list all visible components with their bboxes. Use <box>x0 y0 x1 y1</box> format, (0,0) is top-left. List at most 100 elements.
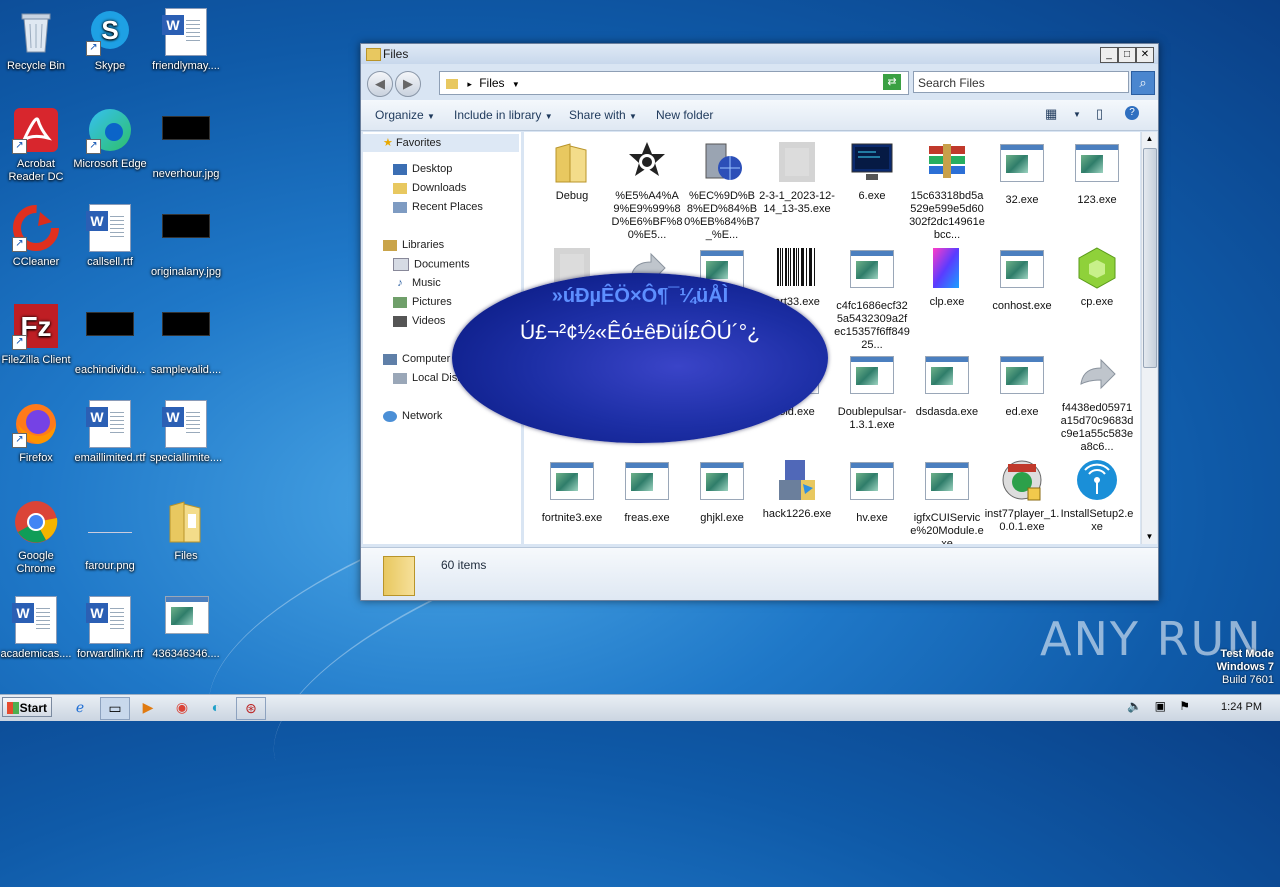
file-item[interactable]: cp.exe <box>1059 246 1135 309</box>
clock[interactable]: 1:24 PM <box>1221 701 1262 713</box>
network-tray-icon[interactable]: ▣ <box>1155 699 1166 713</box>
desktop-icon-samplevalid[interactable]: samplevalid.... <box>148 298 224 388</box>
file-item[interactable]: inst77player_1.0.0.1.exe <box>984 458 1060 534</box>
nav-item-desktop[interactable]: Desktop <box>393 163 452 175</box>
chevron-down-icon[interactable]: ▼ <box>1073 110 1081 119</box>
include-in-library-button[interactable]: Include in library ▼ <box>454 108 553 122</box>
file-item[interactable]: freas.exe <box>609 458 685 525</box>
scroll-up-arrow[interactable]: ▲ <box>1142 132 1157 146</box>
help-icon[interactable]: ? <box>1125 106 1139 120</box>
desktop-icon-firefox[interactable]: ↗ Firefox <box>0 396 74 486</box>
maximize-button[interactable]: □ <box>1118 47 1136 63</box>
file-item[interactable]: dsdasda.exe <box>909 352 985 419</box>
chevron-down-icon[interactable]: ▼ <box>512 80 520 89</box>
nav-item-recent-places[interactable]: Recent Places <box>393 201 483 213</box>
file-item[interactable]: 32.exe <box>984 140 1060 207</box>
file-item[interactable]: igfxCUIService%20Module.exe <box>909 458 985 544</box>
start-button[interactable]: Start <box>2 697 52 717</box>
breadcrumb-chevron-icon[interactable]: ▸ <box>467 79 472 89</box>
nav-item-pictures[interactable]: Pictures <box>393 296 452 308</box>
preview-pane-icon[interactable]: ▯ <box>1096 106 1103 122</box>
file-item[interactable]: Doublepulsar-1.3.1.exe <box>834 352 910 432</box>
desktop-icon-forwardlink[interactable]: W forwardlink.rtf <box>72 592 148 682</box>
file-item[interactable]: fortnite3.exe <box>534 458 610 525</box>
desktop-icon-label: FileZilla Client <box>1 354 71 366</box>
desktop-icon-speciallimite[interactable]: W speciallimite.... <box>148 396 224 486</box>
file-item[interactable]: hack1226.exe <box>759 458 835 521</box>
desktop-icon-farour[interactable]: farour.png <box>72 494 148 584</box>
file-item[interactable]: conhost.exe <box>984 246 1060 313</box>
breadcrumb-files[interactable]: Files <box>479 76 504 90</box>
file-item[interactable]: InstallSetup2.exe <box>1059 458 1135 534</box>
disk-icon <box>393 372 407 384</box>
organize-button[interactable]: Organize ▼ <box>375 108 435 122</box>
file-item[interactable]: hv.exe <box>834 458 910 525</box>
nav-item-libraries[interactable]: Libraries <box>383 239 444 251</box>
pictures-icon <box>393 296 407 308</box>
explorer-taskbar-icon[interactable]: ▭ <box>100 697 130 720</box>
desktop-icon-acrobat[interactable]: ↗ Acrobat Reader DC <box>0 102 74 192</box>
file-name: Debug <box>555 190 589 202</box>
file-item[interactable]: %EC%9D%B8%ED%84%B0%EB%84%B7_%E... <box>684 140 760 242</box>
desktop-icon-edge[interactable]: ↗ Microsoft Edge <box>72 102 148 192</box>
flag-icon[interactable]: ⚑ <box>1179 699 1190 713</box>
chrome-taskbar-icon[interactable]: ◉ <box>168 697 196 718</box>
desktop-icon-filezilla[interactable]: Fz ↗ FileZilla Client <box>0 298 74 388</box>
desktop-icon-files[interactable]: Files <box>148 494 224 584</box>
overlay-popup[interactable]: »úÐµÊÖ×Ô¶¯¼üÅÌ Ú£¬²¢½«Êó±êÐüÍ£ÔÚ´°¿ <box>452 273 828 443</box>
desktop-icon-skype[interactable]: S ↗ Skype <box>72 4 148 94</box>
exe-icon <box>625 462 669 506</box>
desktop-icon-recycle-bin[interactable]: Recycle Bin <box>0 4 74 94</box>
scroll-down-arrow[interactable]: ▼ <box>1142 530 1157 544</box>
file-name: 15c63318bd5a529e599e5d60302f2dc14961ebcc… <box>909 190 985 241</box>
desktop-icon-chrome[interactable]: Google Chrome <box>0 494 74 584</box>
title-bar[interactable]: Files _ □ ✕ <box>361 44 1158 64</box>
refresh-icon[interactable]: ⇄ <box>883 74 901 90</box>
desktop-icon-eachindividu[interactable]: eachindividu... <box>72 298 148 388</box>
edge-taskbar-icon[interactable]: ◐ <box>202 697 230 718</box>
desktop-icon-originalany[interactable]: originalany.jpg <box>148 200 224 290</box>
file-item[interactable]: 15c63318bd5a529e599e5d60302f2dc14961ebcc… <box>909 140 985 242</box>
desktop-icon-neverhour[interactable]: neverhour.jpg <box>148 102 224 192</box>
desktop-icon-436346346[interactable]: 436346346.... <box>148 592 224 682</box>
nav-item-computer[interactable]: Computer <box>383 353 450 365</box>
nav-item-favorites[interactable]: ★ Favorites <box>363 134 519 152</box>
nav-item-downloads[interactable]: Downloads <box>393 182 466 194</box>
desktop-icon-emaillimited[interactable]: W emaillimited.rtf <box>72 396 148 486</box>
media-player-icon[interactable]: ▶ <box>134 697 162 718</box>
search-icon[interactable]: ⌕ <box>1131 71 1155 95</box>
file-item[interactable]: %E5%A4%A9%E9%99%8D%E6%BF%80%E5... <box>609 140 685 242</box>
desktop-icon-ccleaner[interactable]: ↗ CCleaner <box>0 200 74 290</box>
view-options-icon[interactable]: ▦ <box>1045 106 1057 122</box>
documents-icon <box>393 258 409 271</box>
file-item[interactable]: 6.exe <box>834 140 910 203</box>
file-item[interactable]: ed.exe <box>984 352 1060 419</box>
volume-icon[interactable]: 🔈 <box>1127 699 1142 713</box>
address-bar[interactable]: ▸ Files ▼ ▼ <box>439 71 909 95</box>
back-button[interactable]: ◀ <box>367 71 393 97</box>
new-folder-button[interactable]: New folder <box>656 108 713 122</box>
file-item[interactable]: clp.exe <box>909 246 985 309</box>
file-item[interactable]: c4fc1686ecf325a5432309a2fec15357f6ff8492… <box>834 246 910 352</box>
share-with-button[interactable]: Share with ▼ <box>569 108 637 122</box>
scroll-thumb[interactable] <box>1143 148 1157 368</box>
vertical-scrollbar[interactable]: ▲ ▼ <box>1141 132 1157 544</box>
file-item[interactable]: 2-3-1_2023-12-14_13-35.exe <box>759 140 835 216</box>
nav-item-documents[interactable]: Documents <box>393 258 470 271</box>
nav-item-music[interactable]: ♪ Music <box>393 277 440 289</box>
forward-button[interactable]: ▶ <box>395 71 421 97</box>
desktop-icon-callsell[interactable]: W callsell.rtf <box>72 200 148 290</box>
close-button[interactable]: ✕ <box>1136 47 1154 63</box>
nav-item-videos[interactable]: Videos <box>393 315 445 327</box>
file-item[interactable]: f4438ed05971a15d70c9683dc9e1a55c583ea8c6… <box>1059 352 1135 454</box>
file-item[interactable]: Debug <box>534 140 610 203</box>
file-item[interactable]: 123.exe <box>1059 140 1135 207</box>
search-input[interactable]: Search Files <box>913 71 1129 93</box>
desktop-icon-friendlymay[interactable]: W friendlymay.... <box>148 4 224 94</box>
app-taskbar-icon[interactable]: ⊛ <box>236 697 266 720</box>
ie-icon[interactable]: ℯ <box>66 697 94 718</box>
desktop-icon-academicas[interactable]: W academicas.... <box>0 592 74 682</box>
file-item[interactable]: ghjkl.exe <box>684 458 760 525</box>
nav-item-network[interactable]: Network <box>383 410 442 422</box>
minimize-button[interactable]: _ <box>1100 47 1118 63</box>
